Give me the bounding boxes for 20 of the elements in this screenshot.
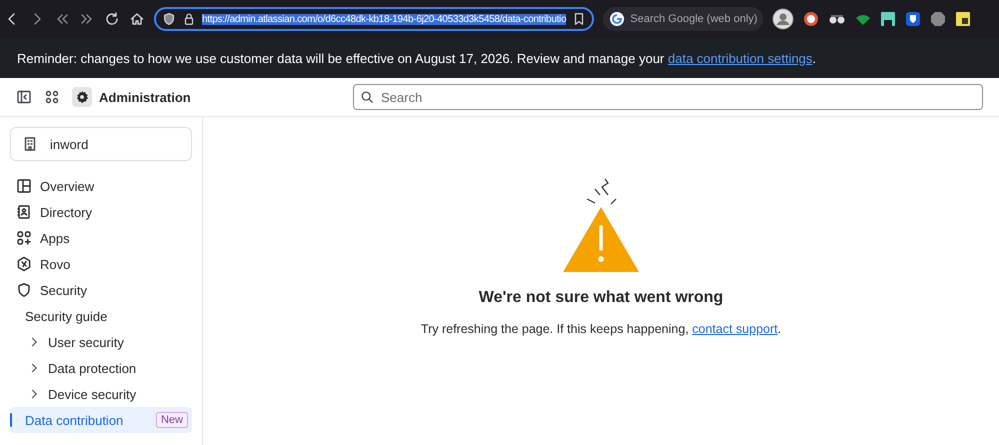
web-search-field[interactable]: Search Google (web only) [603, 7, 764, 31]
nav-item[interactable]: Security guide [10, 303, 192, 329]
new-badge: New [156, 412, 188, 428]
nav-item[interactable]: Data protection [10, 355, 192, 381]
error-message: Try refreshing the page. If this keeps happening, contact support. [420, 322, 782, 336]
app-title: Administration [99, 90, 191, 104]
nav-item[interactable]: Rovo [10, 251, 192, 277]
banner-text: Reminder: changes to how we use customer data will be effective on August 17, 2026. Review and manage your data contribution settings. [17, 50, 816, 66]
nav-item[interactable]: Overview [10, 173, 192, 199]
nav-item[interactable]: Directory [10, 199, 192, 225]
org-switcher[interactable]: inword [10, 127, 192, 161]
nav-item[interactable]: Security [10, 277, 192, 303]
nav-item[interactable]: Device security [10, 381, 192, 407]
search-field[interactable]: Search [353, 84, 983, 110]
support-link[interactable]: contact support [692, 322, 778, 336]
nav-item[interactable]: Apps [10, 225, 192, 251]
nav-item[interactable]: Data contribution New [10, 407, 192, 433]
settings-link[interactable]: data contribution settings [668, 50, 812, 66]
error-title: We're not sure what went wrong [478, 289, 724, 307]
nav-item[interactable]: User security [10, 329, 192, 355]
